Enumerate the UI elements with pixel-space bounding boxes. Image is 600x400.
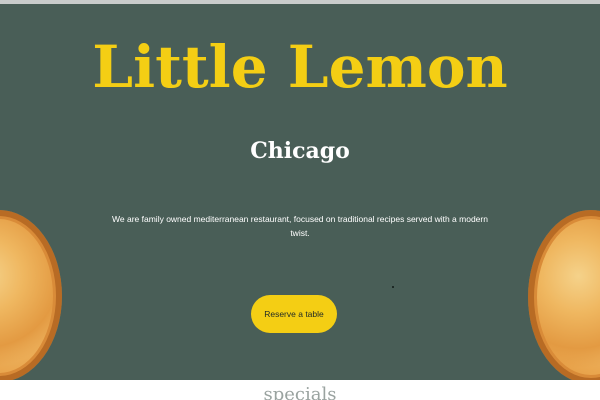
specials-heading: specials <box>263 384 337 400</box>
pizza-image-left <box>0 210 62 380</box>
reserve-table-button[interactable]: Reserve a table <box>251 295 337 333</box>
decorative-dot <box>392 286 394 288</box>
pizza-image-right <box>528 210 600 380</box>
hero-description: We are family owned mediterranean restau… <box>112 214 488 238</box>
hero-title: Little Lemon <box>92 33 508 101</box>
hero-subtitle: Chicago <box>250 138 350 164</box>
hero-section: Little Lemon Chicago We are family owned… <box>0 4 600 380</box>
